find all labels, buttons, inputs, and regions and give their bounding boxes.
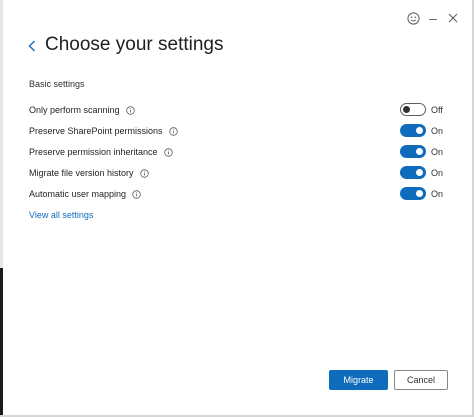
section-label: Basic settings [29,79,85,89]
toggle-state-label: Off [431,105,443,115]
view-all-settings-link[interactable]: View all settings [29,209,93,221]
chevron-left-icon[interactable] [26,38,38,54]
left-window-edge [0,0,3,417]
toggle-state-label: On [431,189,444,199]
info-icon[interactable] [168,126,178,136]
close-icon[interactable] [444,8,462,28]
setting-row-automatic-user-mapping: Automatic user mapping On [29,186,449,202]
toggle-preserve-sharepoint-permissions[interactable] [400,124,426,137]
toggle-knob [416,127,423,134]
toggle-knob [416,169,423,176]
setting-label: Automatic user mapping [29,189,127,199]
info-icon[interactable] [125,105,135,115]
setting-label: Only perform scanning [29,105,120,115]
toggle-migrate-file-version-history[interactable] [400,166,426,179]
page-title: Choose your settings [45,34,224,55]
toggle-knob [416,148,423,155]
toggle-only-perform-scanning[interactable] [400,103,426,116]
smiley-icon[interactable] [404,8,422,28]
setting-row-preserve-sharepoint-permissions: Preserve SharePoint permissions On [29,123,449,139]
toggle-state-label: On [431,147,444,157]
toggle-knob [416,190,423,197]
cancel-button[interactable]: Cancel [394,370,448,390]
setting-label: Preserve permission inheritance [29,147,158,157]
toggle-automatic-user-mapping[interactable] [400,187,426,200]
toggle-state-label: On [431,126,444,136]
setting-row-migrate-file-version-history: Migrate file version history On [29,165,449,181]
setting-row-preserve-permission-inheritance: Preserve permission inheritance On [29,144,449,160]
minimize-button[interactable]: – [426,8,440,28]
info-icon[interactable] [132,189,141,199]
toggle-knob [403,106,410,113]
setting-label: Migrate file version history [29,168,134,178]
migrate-button[interactable]: Migrate [329,370,388,390]
toggle-state-label: On [431,168,444,178]
setting-row-only-perform-scanning: Only perform scanning Off [29,102,449,118]
setting-label: Preserve SharePoint permissions [29,126,163,136]
info-icon[interactable] [139,168,149,178]
info-icon[interactable] [163,147,173,157]
toggle-preserve-permission-inheritance[interactable] [400,145,426,158]
